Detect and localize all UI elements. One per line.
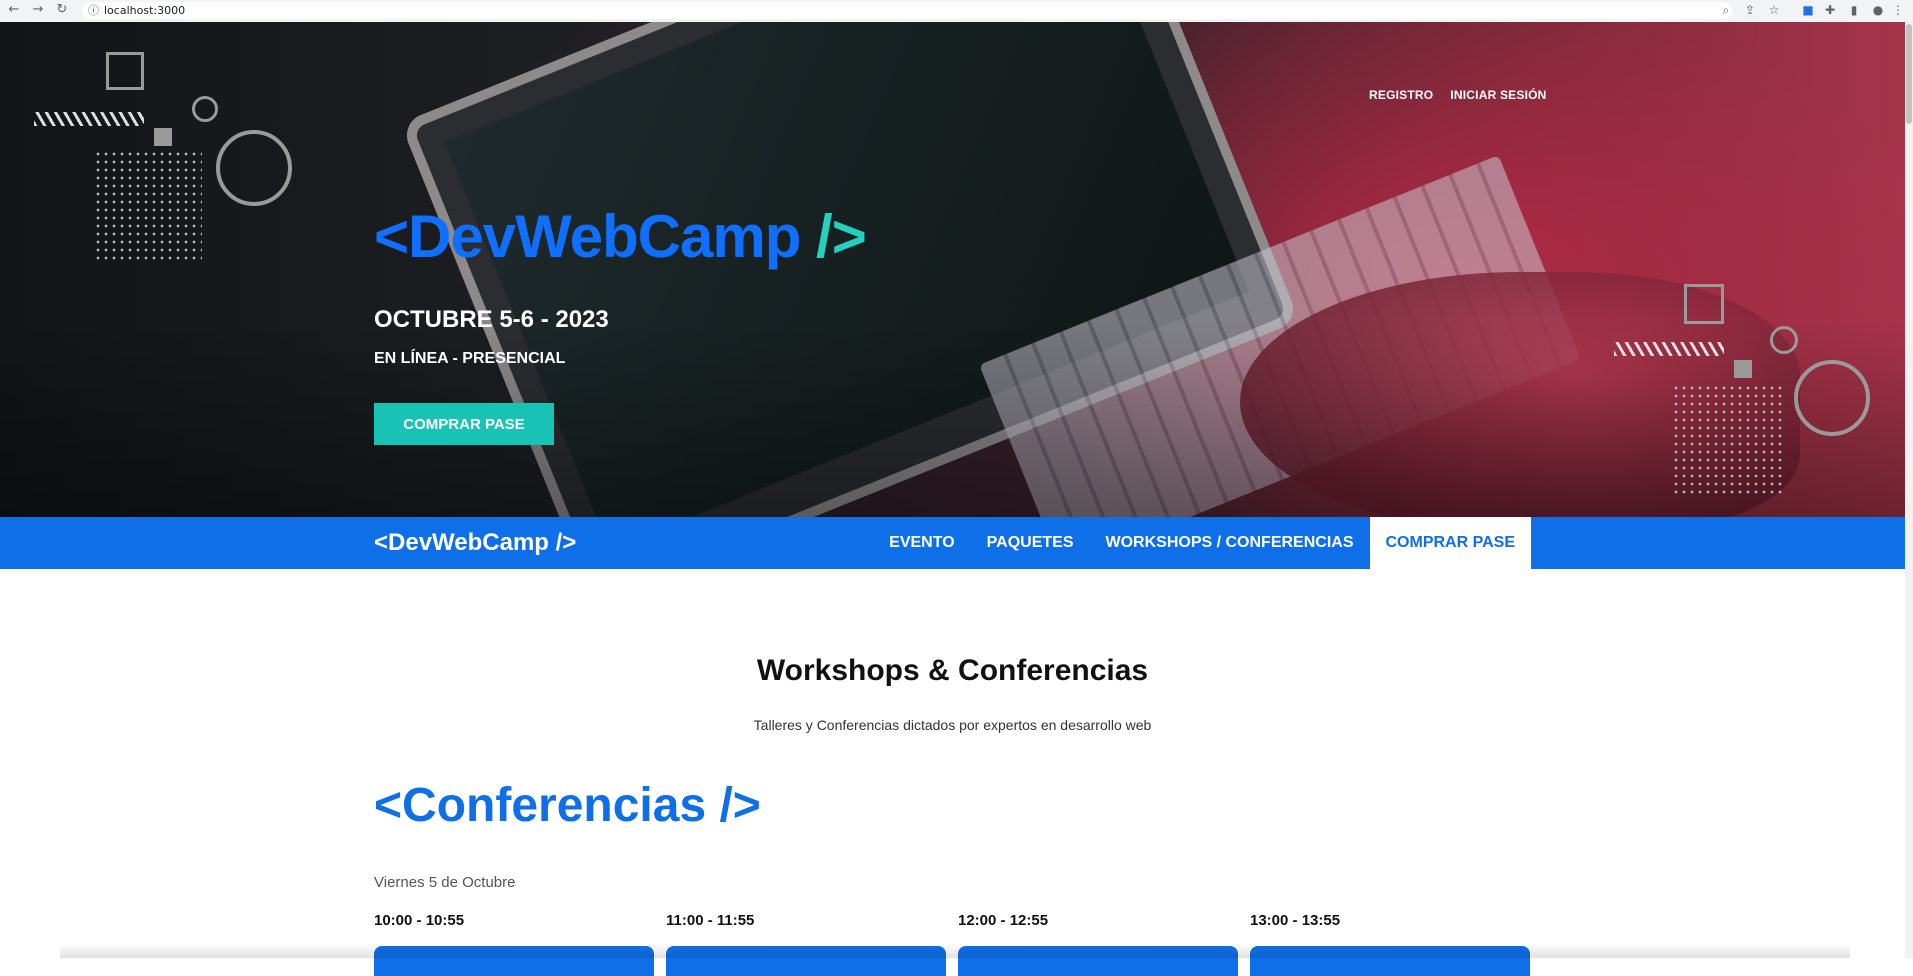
share-icon[interactable]: ⇪: [1742, 2, 1758, 18]
event-date: OCTUBRE 5-6 - 2023: [374, 306, 609, 333]
navbar-links: EVENTO PAQUETES WORKSHOPS / CONFERENCIAS…: [873, 517, 1531, 569]
main-navbar: <DevWebCamp /> EVENTO PAQUETES WORKSHOPS…: [0, 517, 1905, 569]
section-title: Workshops & Conferencias: [756, 654, 1149, 687]
conferences-heading: <Conferencias />: [374, 779, 761, 832]
reload-icon[interactable]: ↻: [54, 2, 70, 18]
menu-icon[interactable]: ⋮: [1892, 2, 1904, 18]
browser-toolbar: ← → ↻ ⓘ localhost:3000 ⌕ ⇪ ☆ ■ ✚ ▮ ● ⋮: [0, 0, 1913, 23]
puzzle-icon[interactable]: ✚: [1822, 2, 1838, 18]
dot-grid-icon: [94, 150, 202, 260]
sidepanel-icon[interactable]: ▮: [1846, 2, 1862, 18]
back-icon[interactable]: ←: [6, 2, 22, 18]
hero-logo-close: />: [800, 203, 867, 270]
forward-icon[interactable]: →: [30, 2, 46, 18]
address-bar[interactable]: ⓘ localhost:3000: [82, 2, 1732, 19]
nav-item-workshops[interactable]: WORKSHOPS / CONFERENCIAS: [1089, 517, 1369, 569]
stripes-icon: [34, 112, 144, 126]
section-subtitle: Talleres y Conferencias dictados por exp…: [753, 717, 1152, 733]
address-text: localhost:3000: [104, 4, 186, 17]
square-outline-icon: [1684, 284, 1724, 324]
large-circle-icon: [216, 130, 292, 206]
info-icon[interactable]: ⓘ: [88, 2, 99, 19]
event-mode: EN LÍNEA - PRESENCIAL: [374, 350, 566, 367]
login-link[interactable]: INICIAR SESIÓN: [1450, 88, 1546, 102]
solid-square-icon: [154, 128, 172, 146]
scrollbar-thumb[interactable]: [1906, 24, 1912, 124]
solid-square-icon: [1734, 360, 1752, 378]
zoom-icon[interactable]: ⌕: [1718, 2, 1734, 18]
dot-grid-icon: [1672, 384, 1784, 496]
buy-pass-button[interactable]: COMPRAR PASE: [374, 403, 554, 445]
slot-time: 10:00 - 10:55: [374, 912, 465, 929]
star-icon[interactable]: ☆: [1766, 2, 1782, 18]
hero-logo: <DevWebCamp />: [374, 202, 867, 272]
large-circle-icon: [1794, 360, 1870, 436]
stripes-icon: [1614, 342, 1724, 356]
slot-time: 12:00 - 12:55: [958, 912, 1049, 929]
account-links: REGISTRO INICIAR SESIÓN: [1369, 84, 1559, 103]
nav-item-evento[interactable]: EVENTO: [873, 517, 971, 569]
slot-time: 13:00 - 13:55: [1250, 912, 1341, 929]
extension-icon[interactable]: ■: [1800, 2, 1816, 18]
page-scrollbar[interactable]: [1905, 22, 1913, 958]
slot-time: 11:00 - 11:55: [666, 912, 755, 929]
register-link[interactable]: REGISTRO: [1369, 88, 1433, 102]
square-outline-icon: [106, 52, 144, 90]
small-circle-icon: [192, 96, 218, 122]
nav-item-paquetes[interactable]: PAQUETES: [971, 517, 1090, 569]
nav-item-comprar-pase[interactable]: COMPRAR PASE: [1369, 517, 1531, 569]
small-circle-icon: [1770, 326, 1798, 354]
day-label: Viernes 5 de Octubre: [374, 874, 516, 891]
hero-logo-name: <DevWebCamp: [374, 203, 801, 270]
navbar-logo[interactable]: <DevWebCamp />: [374, 517, 576, 569]
profile-icon[interactable]: ●: [1870, 2, 1886, 18]
hero-section: REGISTRO INICIAR SESIÓN <DevWebCamp /> O…: [0, 22, 1913, 517]
